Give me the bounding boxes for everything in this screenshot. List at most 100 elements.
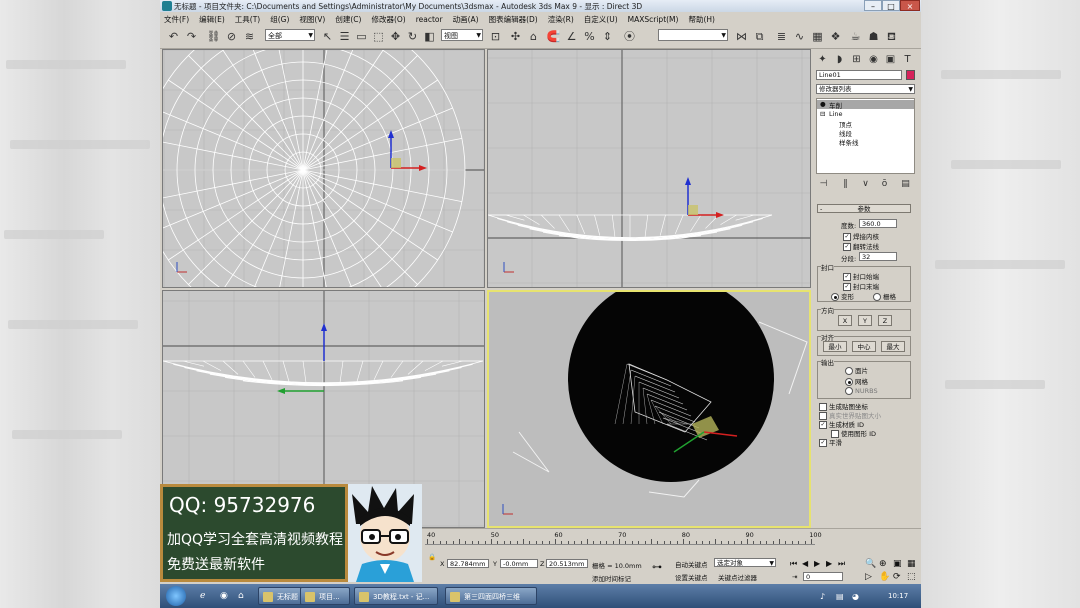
z-coord-field[interactable]: 20.513mm <box>546 559 588 568</box>
x-coord-field[interactable]: 82.784mm <box>447 559 489 568</box>
named-selection-dropdown[interactable]: ▼ <box>658 29 728 41</box>
lock-selection-icon[interactable]: 🔒 <box>428 553 436 561</box>
tray-qq-icon[interactable]: ◕ <box>852 592 859 601</box>
flip-normals-checkbox[interactable]: ✓ <box>843 243 851 251</box>
current-frame-field[interactable]: 0 <box>803 572 843 581</box>
output-patch-radio[interactable] <box>845 367 853 375</box>
goto-end-icon[interactable]: ⏭ <box>838 559 845 569</box>
menu-help[interactable]: 帮助(H) <box>688 14 715 25</box>
menu-maxscript[interactable]: MAXScript(M) <box>628 15 679 24</box>
gen-material-ids-checkbox[interactable]: ✓ <box>819 421 827 429</box>
segments-spinner[interactable]: 32 <box>859 252 897 261</box>
direction-x-button[interactable]: X <box>838 315 852 326</box>
taskbar-item-4[interactable]: 第三四面四桥三维 <box>445 587 537 605</box>
link-icon[interactable]: ⛓ <box>206 29 221 44</box>
menu-rendering[interactable]: 渲染(R) <box>548 14 574 25</box>
menu-group[interactable]: 组(G) <box>270 14 289 25</box>
start-button[interactable] <box>166 586 186 606</box>
taskbar-item-2[interactable]: 项目... <box>300 587 350 605</box>
object-name-field[interactable]: Line01 <box>816 70 902 80</box>
snap-toggle-icon[interactable]: 🧲 <box>546 29 561 44</box>
edit-named-selection-icon[interactable]: ⦿ <box>622 29 637 44</box>
set-key-button[interactable]: 设置关键点 <box>675 572 708 582</box>
maximize-button[interactable]: □ <box>882 0 900 11</box>
output-nurbs-option[interactable]: NURBS <box>845 387 878 395</box>
output-patch-option[interactable]: 面片 <box>845 365 868 375</box>
cap-end-option[interactable]: ✓ 封口末端 <box>843 281 879 291</box>
render-scene-icon[interactable]: ☕ <box>848 29 863 44</box>
menu-create[interactable]: 创建(C) <box>335 14 361 25</box>
angle-snap-icon[interactable]: ∠ <box>564 29 579 44</box>
bulb-icon[interactable]: ● <box>820 100 826 108</box>
zoom-all-icon[interactable]: ⊕ <box>879 559 887 569</box>
quick-render-icon[interactable]: ☗ <box>866 29 881 44</box>
pivot-center-icon[interactable]: ⊡ <box>488 29 503 44</box>
reference-coordinate-dropdown[interactable]: 视图 ▼ <box>441 29 483 41</box>
select-object-icon[interactable]: ↖ <box>320 29 335 44</box>
show-end-result-icon[interactable]: ‖ <box>838 177 853 192</box>
play-icon[interactable]: ▶ <box>814 559 820 568</box>
cap-end-checkbox[interactable]: ✓ <box>843 283 851 291</box>
smooth-option[interactable]: ✓ 平滑 <box>819 437 842 447</box>
menu-file[interactable]: 文件(F) <box>164 14 189 25</box>
selection-filter-dropdown[interactable]: 全部 ▼ <box>265 29 315 41</box>
select-manipulate-icon[interactable]: ✣ <box>508 29 523 44</box>
flip-normals-option[interactable]: ✓ 翻转法线 <box>843 241 879 251</box>
select-rotate-icon[interactable]: ↻ <box>405 29 420 44</box>
stack-subitem-spline[interactable]: 样条线 <box>839 137 859 147</box>
orbit-icon[interactable]: ⟳ <box>893 572 901 582</box>
menu-views[interactable]: 视图(V) <box>299 14 325 25</box>
prev-frame-icon[interactable]: ◀ <box>802 559 808 568</box>
align-center-button[interactable]: 中心 <box>852 341 876 352</box>
menu-reactor[interactable]: reactor <box>416 15 443 24</box>
select-move-icon[interactable]: ✥ <box>388 29 403 44</box>
field-of-view-icon[interactable]: ▷ <box>865 572 872 582</box>
menu-tools[interactable]: 工具(T) <box>235 14 260 25</box>
degrees-spinner[interactable]: 360.0 <box>859 219 897 228</box>
key-icon[interactable]: ⊶ <box>652 562 662 573</box>
viewport-front[interactable] <box>487 49 811 288</box>
align-max-button[interactable]: 最大 <box>881 341 905 352</box>
key-mode-icon[interactable]: ⇥ <box>792 573 797 581</box>
viewport-top[interactable] <box>162 49 485 288</box>
utilities-tab-icon[interactable]: T <box>900 52 915 67</box>
mirror-icon[interactable]: ⋈ <box>734 29 749 44</box>
render-last-icon[interactable]: ⛾ <box>884 29 899 44</box>
direction-z-button[interactable]: Z <box>878 315 892 326</box>
display-tab-icon[interactable]: ▣ <box>883 52 898 67</box>
bind-space-warp-icon[interactable]: ≋ <box>242 29 257 44</box>
taskbar-item-3[interactable]: 3D教程.txt - 记... <box>354 587 438 605</box>
curve-editor-icon[interactable]: ∿ <box>792 29 807 44</box>
desktop-icon[interactable]: ⌂ <box>238 591 244 601</box>
weld-core-option[interactable]: ✓ 焊接内核 <box>843 231 879 241</box>
auto-key-button[interactable]: 自动关键点 <box>675 559 708 569</box>
window-crossing-icon[interactable]: ⬚ <box>371 29 386 44</box>
undo-icon[interactable]: ↶ <box>166 29 181 44</box>
select-by-name-icon[interactable]: ☰ <box>337 29 352 44</box>
menu-modifiers[interactable]: 修改器(O) <box>371 14 405 25</box>
object-color-swatch[interactable] <box>906 70 915 80</box>
stack-item-lathe[interactable]: 车削 <box>829 100 842 110</box>
add-time-tag[interactable]: 添加时间标记 <box>592 573 631 583</box>
align-min-button[interactable]: 最小 <box>823 341 847 352</box>
goto-start-icon[interactable]: ⏮ <box>790 559 797 569</box>
key-filters-button[interactable]: 关键点过滤器 <box>718 572 757 582</box>
spinner-snap-icon[interactable]: ⇕ <box>600 29 615 44</box>
smooth-checkbox[interactable]: ✓ <box>819 439 827 447</box>
key-selection-dropdown[interactable]: 选定对象 ▼ <box>714 558 776 567</box>
keyboard-shortcut-icon[interactable]: ⌂ <box>526 29 541 44</box>
next-frame-icon[interactable]: ▶ <box>826 559 832 568</box>
output-mesh-option[interactable]: 网格 <box>845 376 868 386</box>
grid-radio[interactable] <box>873 293 881 301</box>
pin-stack-icon[interactable]: ⊣ <box>816 177 831 192</box>
browser-icon[interactable]: ◉ <box>220 591 228 601</box>
output-nurbs-radio[interactable] <box>845 387 853 395</box>
tray-volume-icon[interactable]: ♪ <box>820 592 825 601</box>
morph-radio[interactable] <box>831 293 839 301</box>
weld-core-checkbox[interactable]: ✓ <box>843 233 851 241</box>
morph-option[interactable]: 变形 <box>831 291 854 301</box>
zoom-extents-icon[interactable]: ▣ <box>893 559 902 569</box>
direction-y-button[interactable]: Y <box>858 315 872 326</box>
ie-icon[interactable]: ℯ <box>200 591 205 601</box>
material-editor-icon[interactable]: ❖ <box>828 29 843 44</box>
